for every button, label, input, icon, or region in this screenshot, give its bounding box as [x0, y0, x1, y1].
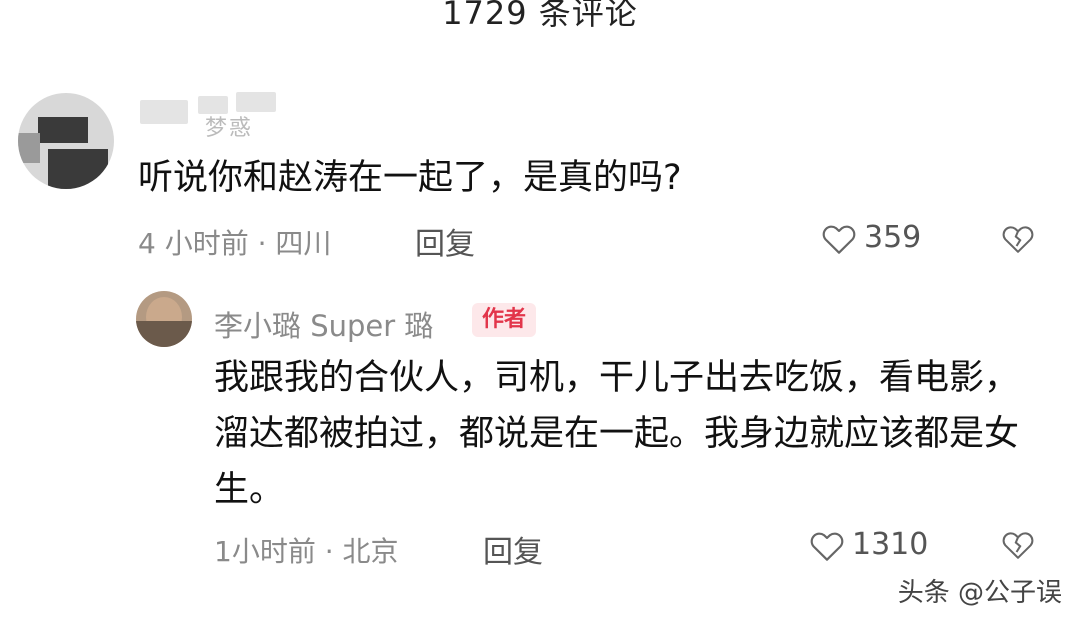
reply-button[interactable]: 回复 — [415, 219, 475, 263]
heart-outline-icon — [810, 532, 844, 561]
watermark: 头条 @公子误 — [897, 578, 1062, 608]
dislike-button[interactable] — [1000, 528, 1036, 564]
comment-text: 听说你和赵涛在一起了，是真的吗? — [138, 158, 682, 198]
broken-heart-icon — [1002, 532, 1034, 559]
like-button[interactable]: 1310 — [808, 527, 928, 562]
username-fragment: 梦惑 — [205, 116, 254, 141]
comment-meta: 4 小时前 · 四川 — [138, 227, 332, 260]
heart-outline-icon — [822, 225, 856, 254]
like-button[interactable]: 359 — [820, 220, 921, 255]
reply-meta: 1小时前 · 北京 — [214, 535, 399, 568]
dislike-button[interactable] — [1000, 222, 1036, 258]
author-username[interactable]: 李小璐 Super 璐 — [214, 303, 433, 345]
reply-button[interactable]: 回复 — [483, 527, 543, 571]
broken-heart-icon — [1002, 226, 1034, 253]
author-badge: 作者 — [472, 303, 537, 337]
author-avatar[interactable] — [136, 291, 192, 347]
like-count: 359 — [864, 220, 922, 255]
comment-count-title: 1729 条评论 — [442, 0, 638, 32]
avatar[interactable] — [18, 93, 114, 189]
like-count: 1310 — [852, 527, 929, 562]
reply-text: 我跟我的合伙人，司机，干儿子出去吃饭，看电影，溜达都被拍过，都说是在一起。我身边… — [214, 358, 1020, 510]
